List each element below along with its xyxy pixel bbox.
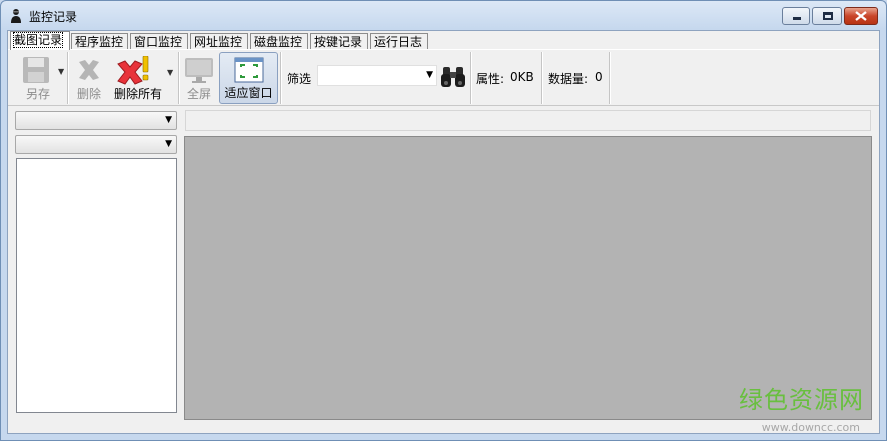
screenshot-preview-area[interactable]: [184, 136, 872, 420]
title-bar[interactable]: 监控记录: [1, 1, 886, 29]
minimize-button[interactable]: [782, 7, 810, 25]
toolbar: ▼ 另存 删除 删除所有 ▼ 全屏 适应窗口 筛选 ▼ 属性: 0KB 数据量:…: [8, 49, 879, 106]
tab-disk-monitor[interactable]: 磁盘监控: [250, 33, 308, 49]
floppy-disk-icon: [23, 57, 49, 83]
minimize-icon: [793, 17, 801, 20]
toolbar-separator: [541, 52, 543, 104]
chevron-down-icon: ▼: [165, 115, 172, 125]
toolbar-separator: [609, 52, 611, 104]
binoculars-search-icon[interactable]: [440, 63, 466, 89]
monitor-icon: [185, 58, 213, 83]
tab-program-monitor[interactable]: 程序监控: [71, 33, 128, 49]
app-icon: [11, 9, 21, 23]
data-count-value: 0: [595, 70, 603, 84]
close-button[interactable]: [844, 7, 878, 25]
info-bar: [185, 110, 871, 131]
attribute-value: 0KB: [510, 70, 534, 84]
attribute-label: 属性:: [476, 72, 505, 86]
watermark-url: www.downcc.com: [761, 421, 860, 434]
delete-all-dropdown-arrow-icon[interactable]: ▼: [167, 68, 173, 77]
toolbar-separator: [280, 52, 282, 104]
tab-window-monitor[interactable]: 窗口监控: [130, 33, 188, 49]
filter-label: 筛选: [287, 72, 312, 86]
record-list[interactable]: [16, 158, 177, 413]
fit-to-window-icon: [234, 57, 263, 83]
date-dropdown[interactable]: ▼: [15, 111, 177, 130]
toolbar-separator: [178, 52, 180, 104]
data-count-label: 数据量:: [548, 72, 589, 86]
window-title: 监控记录: [29, 10, 78, 24]
delete-all-button[interactable]: 删除所有: [110, 52, 166, 104]
maximize-icon: [823, 12, 833, 20]
main-window: 监控记录 截图记录 程序监控 窗口监控 网址监控 磁盘监控 按键记录 运行日志: [0, 0, 887, 441]
fullscreen-button[interactable]: 全屏: [182, 52, 216, 104]
client-area: 截图记录 程序监控 窗口监控 网址监控 磁盘监控 按键记录 运行日志 ▼ 另存: [7, 30, 880, 434]
fit-window-button[interactable]: 适应窗口: [219, 52, 278, 104]
delete-x-icon: [79, 60, 99, 80]
category-dropdown[interactable]: ▼: [15, 135, 177, 154]
delete-button[interactable]: 删除: [71, 52, 107, 104]
maximize-button[interactable]: [812, 7, 842, 25]
save-as-button[interactable]: ▼ 另存: [12, 52, 64, 104]
close-icon: [855, 11, 867, 21]
save-as-dropdown-arrow-icon[interactable]: ▼: [58, 67, 64, 76]
delete-all-warning-icon: [117, 56, 149, 85]
filter-combo[interactable]: ▼: [317, 65, 437, 86]
watermark-logo: 绿色资源网: [739, 386, 864, 414]
tab-url-monitor[interactable]: 网址监控: [190, 33, 248, 49]
toolbar-separator: [67, 52, 69, 104]
tab-run-log[interactable]: 运行日志: [370, 33, 428, 49]
toolbar-separator: [470, 52, 472, 104]
tab-keystroke-log[interactable]: 按键记录: [310, 33, 368, 49]
chevron-down-icon: ▼: [165, 139, 172, 149]
chevron-down-icon: ▼: [426, 70, 433, 80]
tab-screenshot-records[interactable]: 截图记录: [10, 31, 70, 50]
